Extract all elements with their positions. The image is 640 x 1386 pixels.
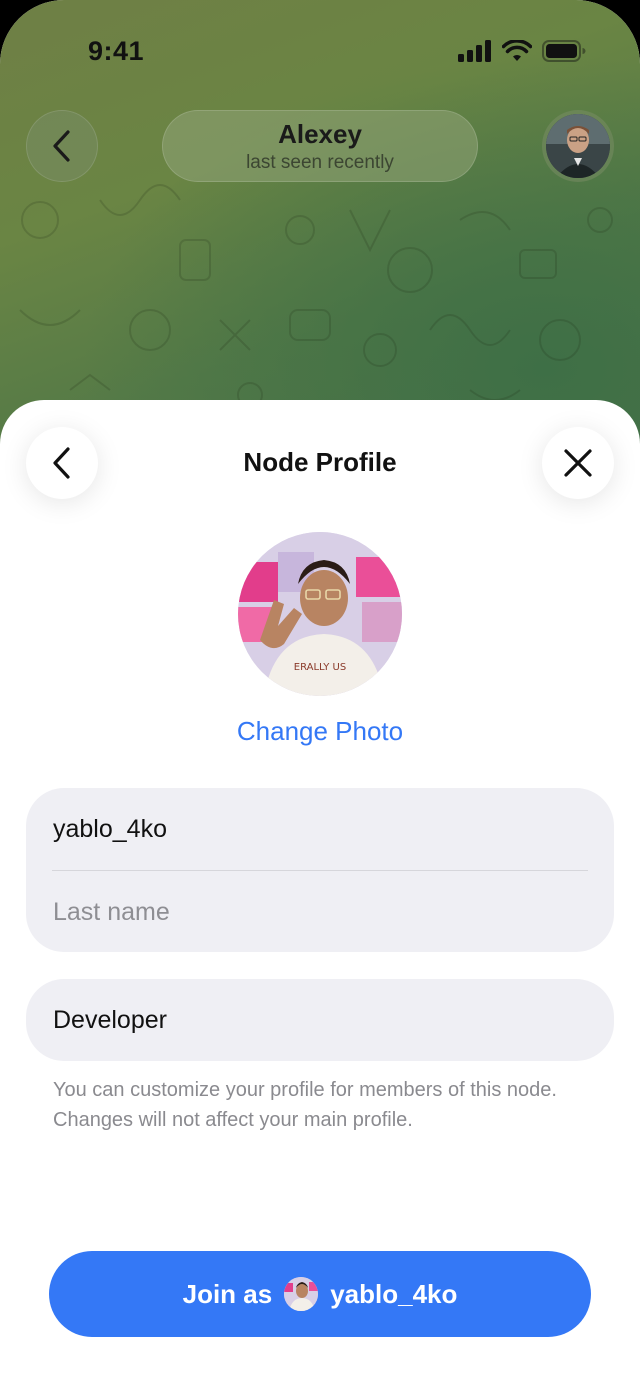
contact-status: last seen recently xyxy=(246,152,394,173)
signal-icon xyxy=(458,40,491,62)
contact-avatar xyxy=(546,114,610,178)
close-icon xyxy=(564,449,592,477)
node-profile-sheet: Node Profile ERALLY US Change Photo yabl… xyxy=(0,400,640,1386)
chevron-left-icon xyxy=(53,130,70,162)
join-avatar xyxy=(284,1277,319,1311)
profile-photo-image: ERALLY US xyxy=(238,532,402,696)
wifi-icon xyxy=(502,40,532,61)
profile-photo[interactable]: ERALLY US xyxy=(238,532,402,696)
join-prefix-label: Join as xyxy=(182,1278,273,1309)
first-name-field[interactable]: yablo_4ko xyxy=(26,788,614,870)
change-photo-button[interactable]: Change Photo xyxy=(0,716,640,747)
contact-avatar-image xyxy=(546,114,610,178)
profile-hint-text: You can customize your profile for membe… xyxy=(53,1079,557,1131)
join-avatar-image xyxy=(284,1277,319,1311)
name-field-group: yablo_4ko Last name xyxy=(26,788,614,952)
sheet-close-button[interactable] xyxy=(542,427,614,499)
join-as-button[interactable]: Join as yablo_4ko xyxy=(49,1251,591,1337)
status-icons xyxy=(458,40,586,62)
status-bar: 9:41 xyxy=(0,0,640,100)
svg-text:ERALLY US: ERALLY US xyxy=(294,662,346,673)
contact-name: Alexey xyxy=(278,119,362,149)
bio-field-group: Developer xyxy=(26,979,614,1061)
status-time: 9:41 xyxy=(88,36,145,66)
battery-icon xyxy=(542,40,586,62)
chat-back-button[interactable] xyxy=(26,110,98,182)
chat-title-pill[interactable]: Alexey last seen recently xyxy=(162,110,478,182)
join-name-label: yablo_4ko xyxy=(330,1278,458,1309)
last-name-field[interactable]: Last name xyxy=(26,871,614,953)
bio-field[interactable]: Developer xyxy=(26,979,614,1061)
doodle-pattern xyxy=(19,184,613,408)
phone-screen: 9:41 Alexey last seen recently Node Prof… xyxy=(0,0,640,1386)
contact-avatar-button[interactable] xyxy=(542,110,614,182)
